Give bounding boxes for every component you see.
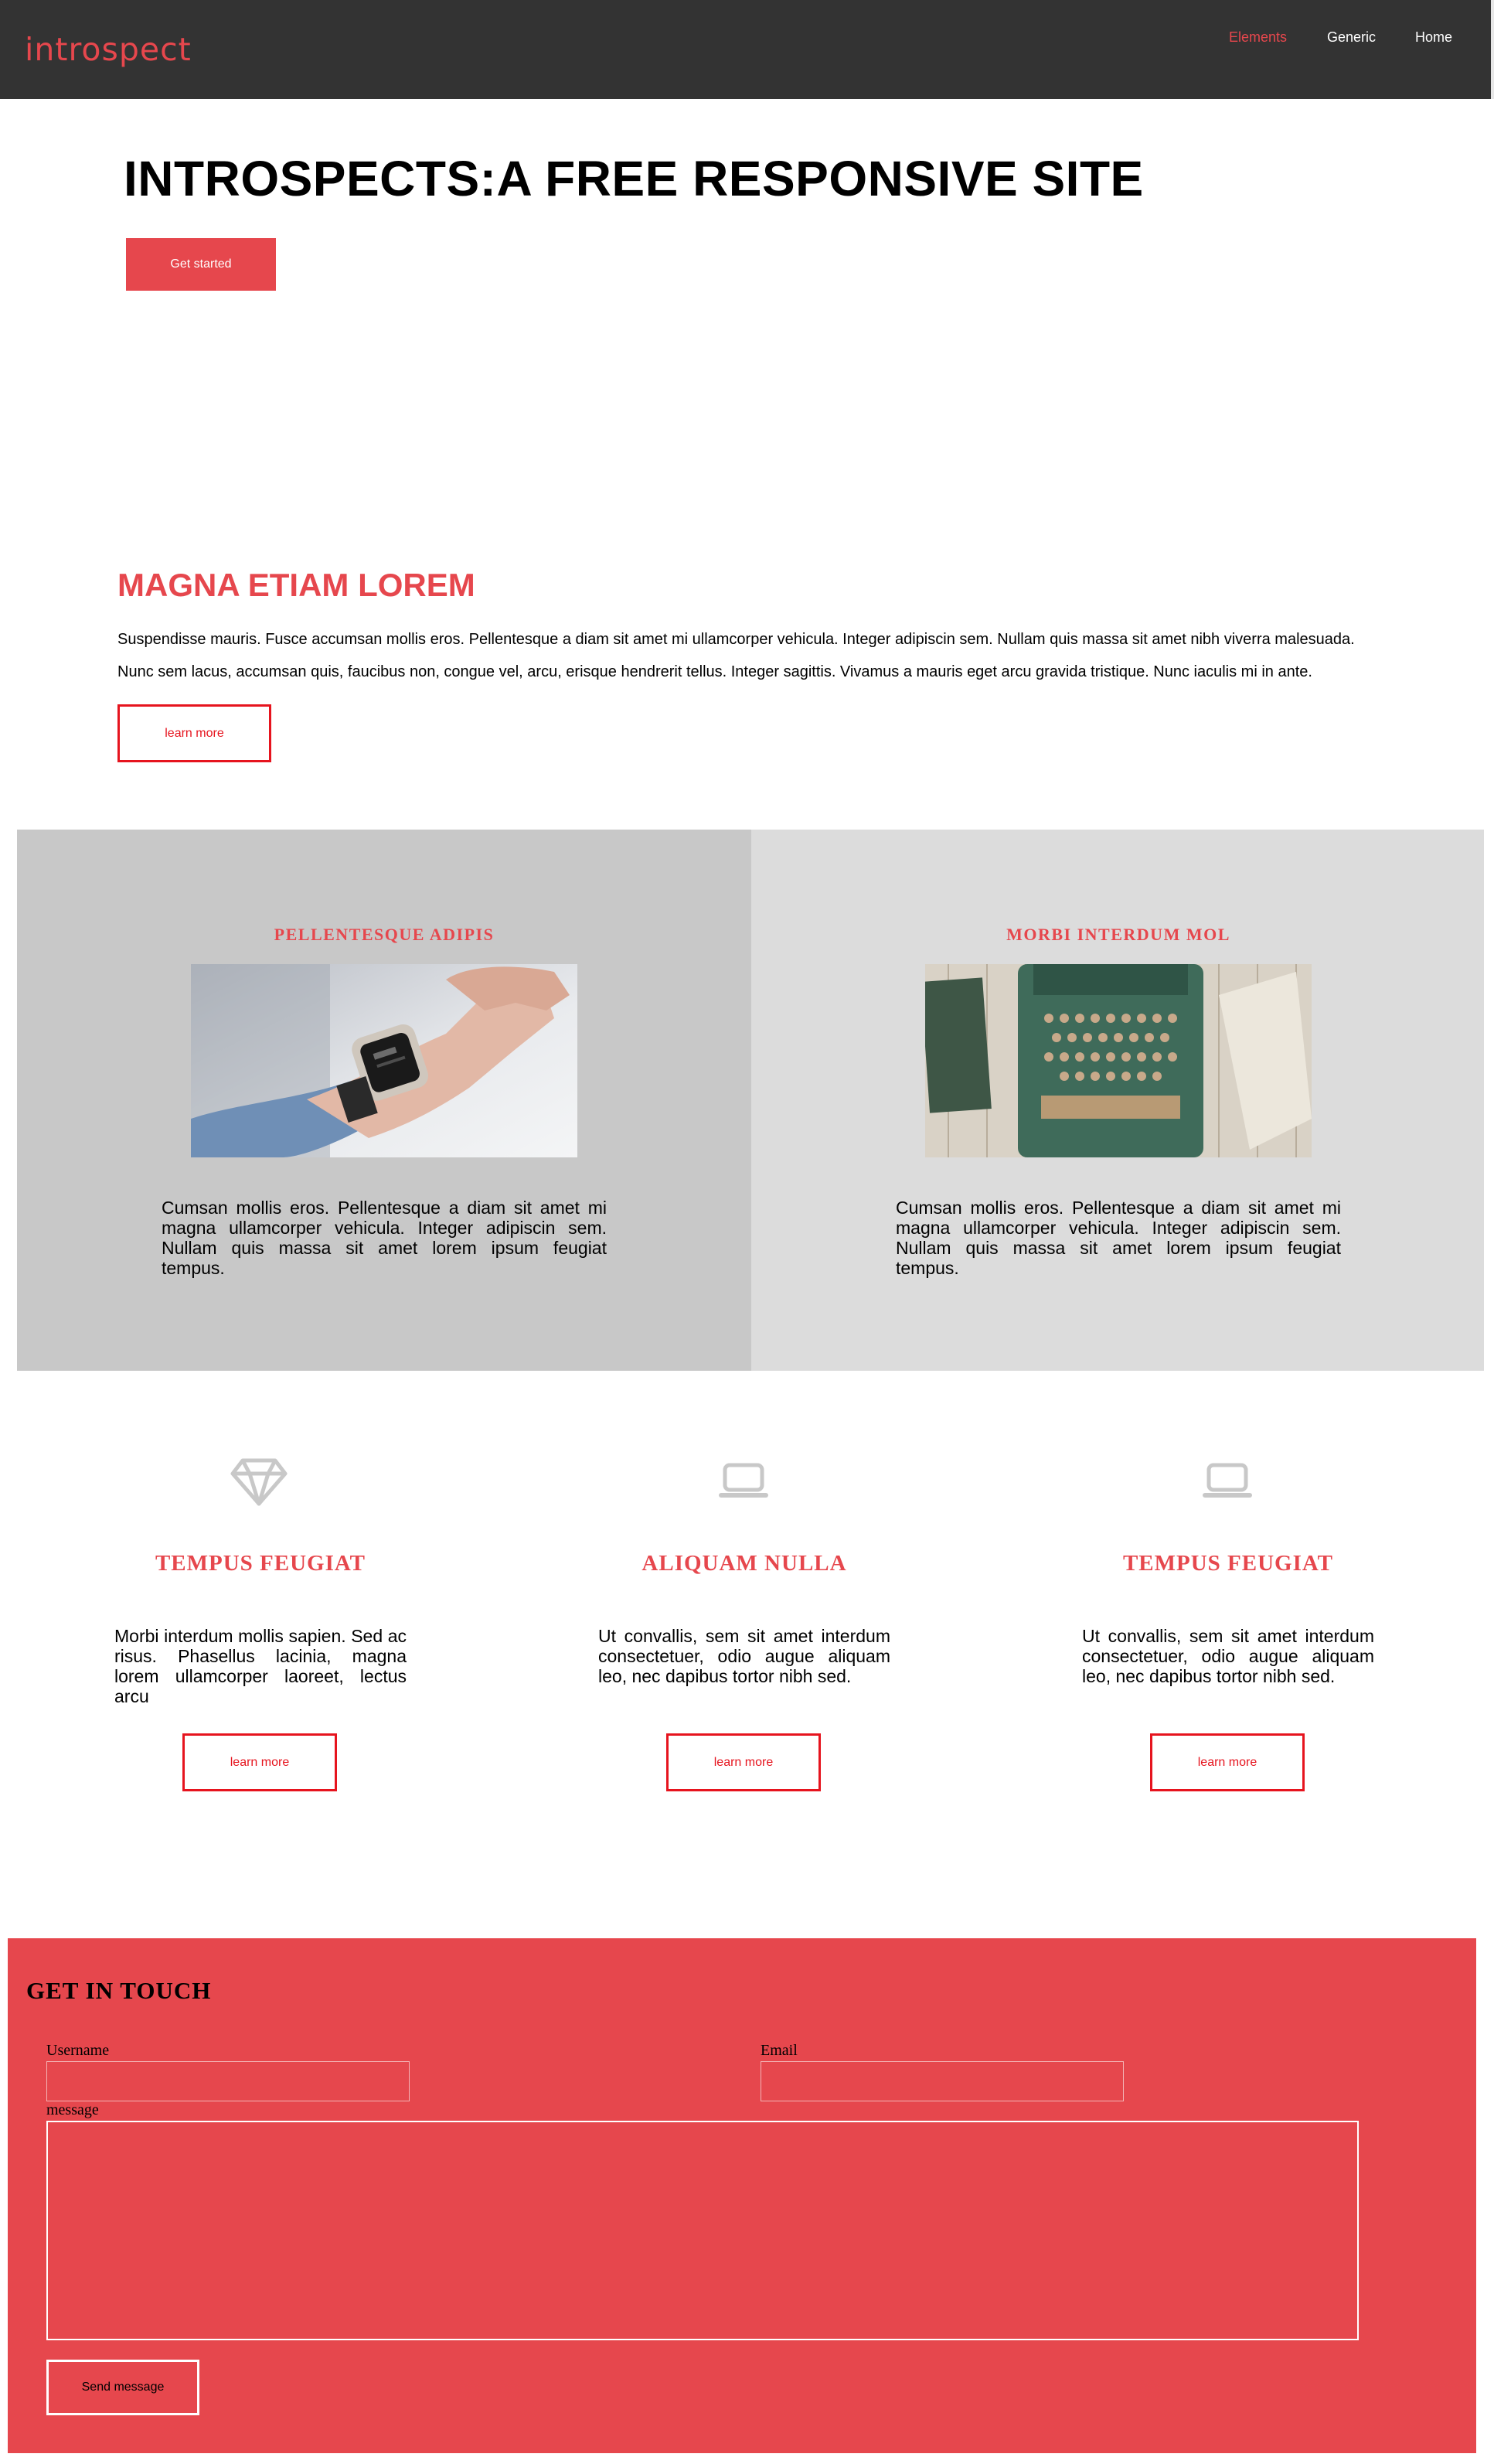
message-label: message — [46, 2101, 99, 2118]
spotlight-title: MORBI INTERDUM MOL — [1006, 925, 1230, 944]
username-label: Username — [46, 2042, 110, 2059]
feature-text: Morbi interdum mollis sapien. Sed ac ris… — [114, 1626, 407, 1706]
nav-generic[interactable]: Generic — [1327, 29, 1376, 46]
typewriter-illustration — [925, 964, 1312, 1157]
feature-title: ALIQUAM NULLA — [642, 1551, 847, 1576]
email-field[interactable] — [761, 2061, 1124, 2101]
typewriter-photo — [925, 964, 1312, 1157]
learn-more-button[interactable]: learn more — [117, 704, 271, 762]
laptop-icon — [1203, 1463, 1252, 1498]
section-title: MAGNA ETIAM LOREM — [117, 567, 475, 603]
learn-more-button[interactable]: learn more — [182, 1733, 337, 1791]
hero-title: INTROSPECTS:A FREE RESPONSIVE SITE — [124, 151, 1144, 206]
smartwatch-photo — [191, 964, 577, 1157]
intro-paragraph-1: Suspendisse mauris. Fusce accumsan molli… — [117, 631, 1355, 648]
email-label: Email — [761, 2042, 798, 2059]
learn-more-button[interactable]: learn more — [1150, 1733, 1305, 1791]
spotlight-title: PELLENTESQUE ADIPIS — [274, 925, 495, 944]
send-message-button[interactable]: Send message — [46, 2360, 199, 2415]
feature-title: TEMPUS FEUGIAT — [1122, 1551, 1334, 1576]
intro-paragraph-2: Nunc sem lacus, accumsan quis, faucibus … — [117, 663, 1312, 680]
learn-more-button[interactable]: learn more — [666, 1733, 821, 1791]
username-field[interactable] — [46, 2061, 410, 2101]
nav-elements[interactable]: Elements — [1229, 29, 1287, 46]
feature-title: TEMPUS FEUGIAT — [155, 1551, 366, 1576]
laptop-icon — [719, 1463, 768, 1498]
nav-home[interactable]: Home — [1415, 29, 1452, 46]
feature-text: Ut convallis, sem sit amet interdum cons… — [1082, 1626, 1374, 1686]
site-logo[interactable]: introspect — [25, 31, 192, 68]
feature-text: Ut convallis, sem sit amet interdum cons… — [598, 1626, 890, 1686]
smartwatch-illustration — [191, 964, 577, 1157]
diamond-icon — [230, 1458, 288, 1506]
spotlight-text: Cumsan mollis eros. Pellentesque a diam … — [896, 1198, 1341, 1278]
header-edge — [1491, 0, 1494, 99]
message-field[interactable] — [46, 2121, 1359, 2340]
contact-title: GET IN TOUCH — [26, 1977, 212, 2004]
get-started-button[interactable]: Get started — [126, 238, 276, 291]
site-header — [0, 0, 1491, 99]
spotlight-text: Cumsan mollis eros. Pellentesque a diam … — [162, 1198, 607, 1278]
